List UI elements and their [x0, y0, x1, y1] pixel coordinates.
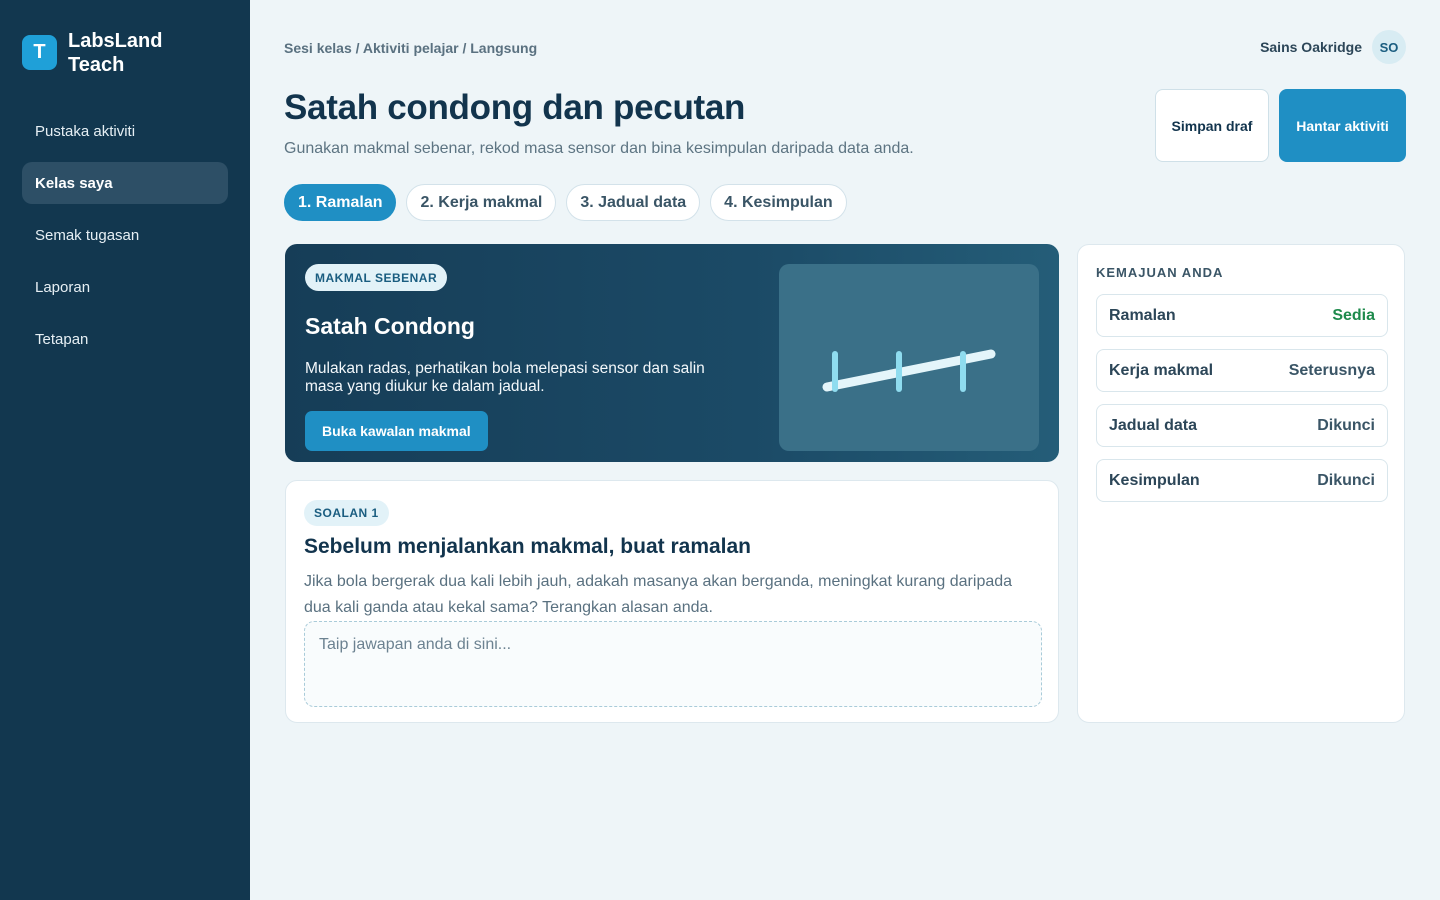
progress-item-status: Dikunci [1317, 416, 1375, 434]
tab-ramalan[interactable]: 1. Ramalan [284, 184, 397, 221]
tab-jadual-data[interactable]: 3. Jadual data [566, 184, 701, 221]
progress-item-name: Kerja makmal [1109, 361, 1214, 379]
submit-activity-button[interactable]: Hantar aktiviti [1279, 89, 1406, 162]
brand-name: LabsLand Teach [68, 30, 163, 76]
progress-panel: KEMAJUAN ANDA Ramalan Sedia Kerja makmal… [1077, 244, 1405, 723]
progress-title: KEMAJUAN ANDA [1096, 265, 1224, 280]
sidebar-item-pustaka-aktiviti[interactable]: Pustaka aktiviti [22, 110, 228, 152]
answer-input[interactable] [304, 621, 1042, 707]
page-title: Satah condong dan pecutan [284, 88, 746, 127]
step-tabs: 1. Ramalan 2. Kerja makmal 3. Jadual dat… [284, 184, 857, 221]
progress-item-ramalan[interactable]: Ramalan Sedia [1096, 294, 1388, 337]
sidebar-item-laporan[interactable]: Laporan [22, 266, 228, 308]
lab-card: MAKMAL SEBENAR Satah Condong Mulakan rad… [285, 244, 1059, 462]
user-name: Sains Oakridge [1260, 39, 1362, 55]
progress-item-name: Ramalan [1109, 306, 1176, 324]
page-subtitle: Gunakan makmal sebenar, rekod masa senso… [284, 140, 914, 157]
question-text: Jika bola bergerak dua kali lebih jauh, … [304, 573, 1013, 616]
inclined-plane-icon [822, 349, 996, 392]
sidebar-item-tetapan[interactable]: Tetapan [22, 318, 228, 360]
user-menu[interactable]: Sains Oakridge SO [1260, 30, 1406, 64]
question-title: Sebelum menjalankan makmal, buat ramalan [304, 535, 752, 558]
progress-item-kesimpulan[interactable]: Kesimpulan Dikunci [1096, 459, 1388, 502]
brand[interactable]: T LabsLand Teach [22, 29, 188, 77]
sidebar-item-kelas-saya[interactable]: Kelas saya [22, 162, 228, 204]
lab-description: Mulakan radas, perhatikan bola melepasi … [305, 360, 705, 395]
breadcrumb[interactable]: Sesi kelas / Aktiviti pelajar / Langsung [284, 40, 537, 56]
tab-kesimpulan[interactable]: 4. Kesimpulan [710, 184, 847, 221]
tab-kerja-makmal[interactable]: 2. Kerja makmal [406, 184, 557, 221]
question-badge: SOALAN 1 [304, 500, 389, 526]
progress-list: Ramalan Sedia Kerja makmal Seterusnya Ja… [1096, 294, 1388, 514]
lab-title: Satah Condong [305, 313, 475, 339]
progress-item-name: Kesimpulan [1109, 471, 1200, 489]
sidebar: T LabsLand Teach Pustaka aktiviti Kelas … [0, 0, 250, 900]
save-draft-button[interactable]: Simpan draf [1155, 89, 1269, 162]
brand-logo-icon: T [22, 35, 57, 70]
question-card: SOALAN 1 Sebelum menjalankan makmal, bua… [285, 480, 1059, 723]
progress-item-name: Jadual data [1109, 416, 1198, 434]
lab-preview [779, 264, 1039, 451]
lab-badge: MAKMAL SEBENAR [305, 264, 448, 291]
sidebar-nav: Pustaka aktiviti Kelas saya Semak tugasa… [22, 110, 228, 370]
progress-item-status: Seterusnya [1288, 361, 1375, 379]
progress-item-status: Sedia [1332, 306, 1375, 324]
open-lab-controls-button[interactable]: Buka kawalan makmal [305, 411, 488, 451]
progress-item-jadual-data[interactable]: Jadual data Dikunci [1096, 404, 1388, 447]
sidebar-item-semak-tugasan[interactable]: Semak tugasan [22, 214, 228, 256]
progress-item-status: Dikunci [1317, 471, 1375, 489]
progress-item-kerja-makmal[interactable]: Kerja makmal Seterusnya [1096, 349, 1388, 392]
avatar[interactable]: SO [1372, 30, 1406, 64]
